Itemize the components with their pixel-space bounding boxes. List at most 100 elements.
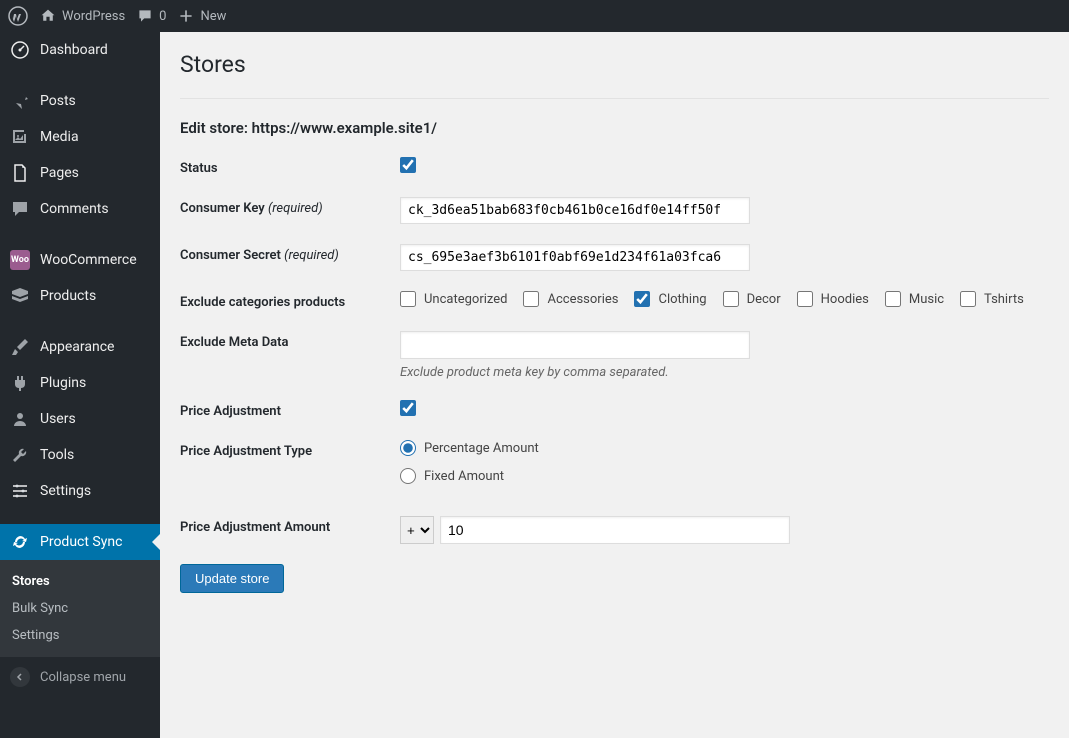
exclude-meta-input[interactable]: [400, 331, 750, 359]
comments-menu[interactable]: 0: [137, 8, 166, 24]
submenu-item-stores[interactable]: Stores: [0, 568, 160, 595]
consumer-secret-label: Consumer Secret (required): [180, 244, 400, 271]
user-icon: [10, 409, 30, 429]
status-checkbox[interactable]: [400, 157, 416, 173]
sidebar-item-products[interactable]: Products: [0, 278, 160, 314]
exclude-categories-label: Exclude categories products: [180, 291, 400, 311]
price-type-option-percentage[interactable]: Percentage Amount: [400, 440, 1049, 456]
category-checkbox-tshirts[interactable]: Tshirts: [960, 291, 1024, 307]
new-label: New: [200, 9, 226, 24]
category-checkbox-input[interactable]: [885, 291, 901, 307]
category-checkbox-accessories[interactable]: Accessories: [523, 291, 618, 307]
main-content: Stores Edit store: https://www.example.s…: [160, 32, 1069, 738]
category-label: Hoodies: [821, 292, 869, 307]
sidebar-item-label: Tools: [40, 447, 74, 463]
price-adjustment-amount-input[interactable]: [440, 516, 790, 544]
category-checkbox-clothing[interactable]: Clothing: [634, 291, 706, 307]
sidebar-item-label: Dashboard: [40, 42, 108, 58]
site-name-label: WordPress: [62, 9, 125, 24]
category-checkbox-music[interactable]: Music: [885, 291, 944, 307]
price-adjustment-checkbox[interactable]: [400, 400, 416, 416]
category-label: Music: [909, 292, 944, 307]
category-checkbox-input[interactable]: [723, 291, 739, 307]
sidebar-item-label: WooCommerce: [40, 252, 137, 268]
page-icon: [10, 163, 30, 183]
sidebar-item-label: Users: [40, 411, 76, 427]
price-adjustment-sign-select[interactable]: +: [400, 516, 434, 544]
categories-checkbox-group: Uncategorized Accessories Clothing Decor Hoo…: [400, 291, 1049, 311]
consumer-key-input[interactable]: [400, 197, 750, 224]
category-checkbox-input[interactable]: [523, 291, 539, 307]
price-adjustment-type-label: Price Adjustment Type: [180, 440, 400, 496]
sidebar-item-users[interactable]: Users: [0, 401, 160, 437]
price-type-option-fixed[interactable]: Fixed Amount: [400, 468, 1049, 484]
sidebar-item-label: Plugins: [40, 375, 86, 391]
admin-sidebar: Dashboard Posts Media Pages Comments Woo…: [0, 32, 160, 738]
sidebar-item-comments[interactable]: Comments: [0, 191, 160, 227]
sync-icon: [10, 532, 30, 552]
price-adjustment-type-group: Percentage Amount Fixed Amount: [400, 440, 1049, 496]
submenu-item-settings[interactable]: Settings: [0, 622, 160, 649]
category-checkbox-input[interactable]: [634, 291, 650, 307]
sidebar-item-woocommerce[interactable]: Woo WooCommerce: [0, 242, 160, 278]
category-label: Uncategorized: [424, 292, 507, 307]
sidebar-item-label: Comments: [40, 201, 109, 217]
sidebar-item-tools[interactable]: Tools: [0, 437, 160, 473]
media-icon: [10, 127, 30, 147]
sidebar-item-posts[interactable]: Posts: [0, 83, 160, 119]
price-type-label: Fixed Amount: [424, 469, 504, 484]
sidebar-item-appearance[interactable]: Appearance: [0, 329, 160, 365]
comment-icon: [10, 199, 30, 219]
sidebar-item-label: Product Sync: [40, 534, 122, 550]
sliders-icon: [10, 481, 30, 501]
sidebar-item-dashboard[interactable]: Dashboard: [0, 32, 160, 68]
sidebar-item-pages[interactable]: Pages: [0, 155, 160, 191]
sidebar-item-label: Pages: [40, 165, 79, 181]
update-store-button[interactable]: Update store: [180, 564, 284, 593]
sidebar-item-label: Media: [40, 129, 79, 145]
submenu-item-bulk-sync[interactable]: Bulk Sync: [0, 595, 160, 622]
dashboard-icon: [10, 40, 30, 60]
sidebar-item-label: Products: [40, 288, 96, 304]
category-checkbox-hoodies[interactable]: Hoodies: [797, 291, 869, 307]
admin-bar: WordPress 0 New: [0, 0, 1069, 32]
price-type-label: Percentage Amount: [424, 441, 539, 456]
category-label: Decor: [747, 292, 781, 307]
price-type-radio[interactable]: [400, 468, 416, 484]
brush-icon: [10, 337, 30, 357]
site-name-menu[interactable]: WordPress: [40, 8, 125, 24]
consumer-key-label: Consumer Key (required): [180, 197, 400, 224]
comment-icon: [137, 8, 153, 24]
collapse-label: Collapse menu: [40, 670, 126, 685]
collapse-icon: [10, 667, 30, 687]
exclude-meta-label: Exclude Meta Data: [180, 331, 400, 380]
new-content-menu[interactable]: New: [178, 8, 226, 24]
sidebar-item-label: Settings: [40, 483, 91, 499]
plus-icon: [178, 8, 194, 24]
sidebar-item-media[interactable]: Media: [0, 119, 160, 155]
category-checkbox-decor[interactable]: Decor: [723, 291, 781, 307]
category-label: Accessories: [547, 292, 618, 307]
sidebar-item-settings[interactable]: Settings: [0, 473, 160, 509]
page-title: Stores: [180, 42, 1049, 98]
sidebar-item-plugins[interactable]: Plugins: [0, 365, 160, 401]
category-checkbox-input[interactable]: [400, 291, 416, 307]
sidebar-item-product-sync[interactable]: Product Sync: [0, 524, 160, 560]
consumer-secret-input[interactable]: [400, 244, 750, 271]
category-checkbox-input[interactable]: [797, 291, 813, 307]
wp-logo-menu[interactable]: [8, 6, 28, 26]
category-checkbox-input[interactable]: [960, 291, 976, 307]
exclude-meta-help: Exclude product meta key by comma separa…: [400, 365, 1049, 380]
price-type-radio[interactable]: [400, 440, 416, 456]
divider: [180, 98, 1049, 99]
wordpress-logo-icon: [8, 6, 28, 26]
status-label: Status: [180, 157, 400, 177]
sidebar-item-label: Posts: [40, 93, 76, 109]
collapse-menu-button[interactable]: Collapse menu: [0, 657, 160, 697]
category-checkbox-uncategorized[interactable]: Uncategorized: [400, 291, 507, 307]
category-label: Tshirts: [984, 292, 1024, 307]
products-icon: [10, 286, 30, 306]
category-label: Clothing: [658, 292, 706, 307]
comments-count: 0: [159, 9, 166, 24]
edit-store-heading: Edit store: https://www.example.site1/: [180, 119, 1049, 137]
